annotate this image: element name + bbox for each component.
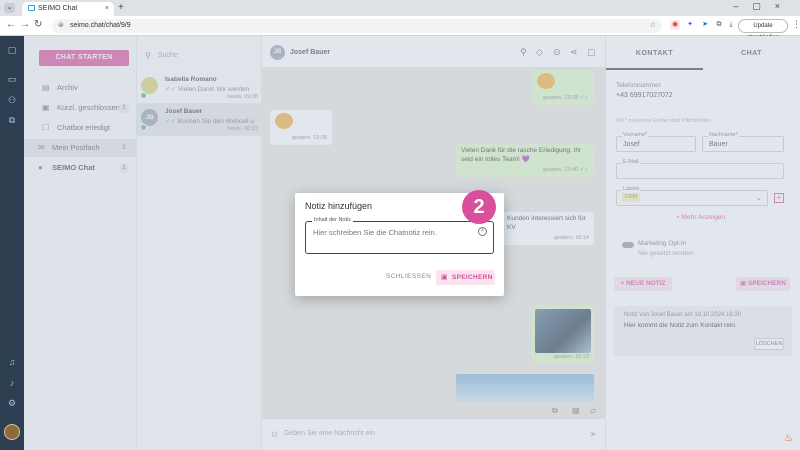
extension-icon[interactable]: ➤ — [700, 20, 710, 30]
gear-icon[interactable]: ⚙ — [6, 397, 18, 409]
step-badge: 2 — [462, 190, 496, 224]
bookmark-star-icon[interactable]: ☆ — [650, 19, 656, 33]
tab-search-icon[interactable]: ⌄ — [4, 3, 15, 13]
close-tab-icon[interactable]: × — [105, 2, 109, 16]
update-button[interactable]: Update abschließen — [738, 19, 788, 41]
browser-tab[interactable]: SEIMO Chat × — [22, 2, 114, 16]
save-icon: ▣ — [441, 274, 448, 281]
headset-icon[interactable]: ♫ — [6, 356, 18, 368]
brand-logo-icon: ♨ — [784, 433, 793, 444]
url-field[interactable]: ⊜ seimo.chat/chat/9/9 ☆ — [52, 19, 662, 33]
extension-icon[interactable]: ◉ — [670, 20, 680, 30]
forward-icon[interactable]: → — [20, 19, 30, 30]
close-button[interactable]: SCHLIESSEN — [386, 273, 431, 280]
url-text: seimo.chat/chat/9/9 — [70, 22, 131, 29]
note-content-field[interactable]: Inhalt der Notiz × — [305, 217, 494, 254]
field-label: Inhalt der Notiz — [312, 217, 353, 223]
tab-title: SEIMO Chat — [38, 5, 78, 12]
reload-icon[interactable]: ↻ — [34, 19, 42, 30]
back-icon[interactable]: ← — [6, 19, 16, 30]
clear-icon[interactable]: × — [478, 227, 487, 236]
browser-tabbar: ⌄ SEIMO Chat × + –▢× — [0, 0, 800, 16]
inbox-icon[interactable]: ▭ — [6, 73, 18, 85]
window-controls[interactable]: –▢× — [733, 1, 794, 12]
puzzle-icon[interactable]: ⧉ — [714, 20, 724, 30]
user-avatar[interactable] — [4, 424, 20, 440]
note-content-input[interactable] — [313, 228, 473, 237]
favicon-icon — [28, 5, 35, 11]
download-icon[interactable]: ⤓ — [726, 20, 736, 30]
contacts-icon[interactable]: ⚇ — [6, 94, 18, 106]
chat-icon[interactable]: ▢ — [6, 44, 18, 56]
dialog-title: Notiz hinzufügen — [305, 201, 373, 211]
save-button-label: SPEICHERN — [452, 274, 493, 281]
save-button[interactable]: ▣ SPEICHERN — [436, 270, 495, 285]
address-bar: ← → ↻ ⊜ seimo.chat/chat/9/9 ☆ ◉ ✦ ➤ ⧉ ⤓ … — [0, 16, 800, 41]
site-info-icon[interactable]: ⊜ — [58, 19, 64, 33]
browser-menu-icon[interactable]: ⋮ — [792, 19, 800, 30]
icon-rail: ▢ ▭ ⚇ ⧉ ♫ ♪ ⚙ — [0, 36, 24, 450]
templates-icon[interactable]: ⧉ — [6, 114, 18, 126]
new-tab-icon[interactable]: + — [118, 2, 124, 13]
bell-icon[interactable]: ♪ — [6, 377, 18, 389]
extension-icon[interactable]: ✦ — [685, 20, 695, 30]
